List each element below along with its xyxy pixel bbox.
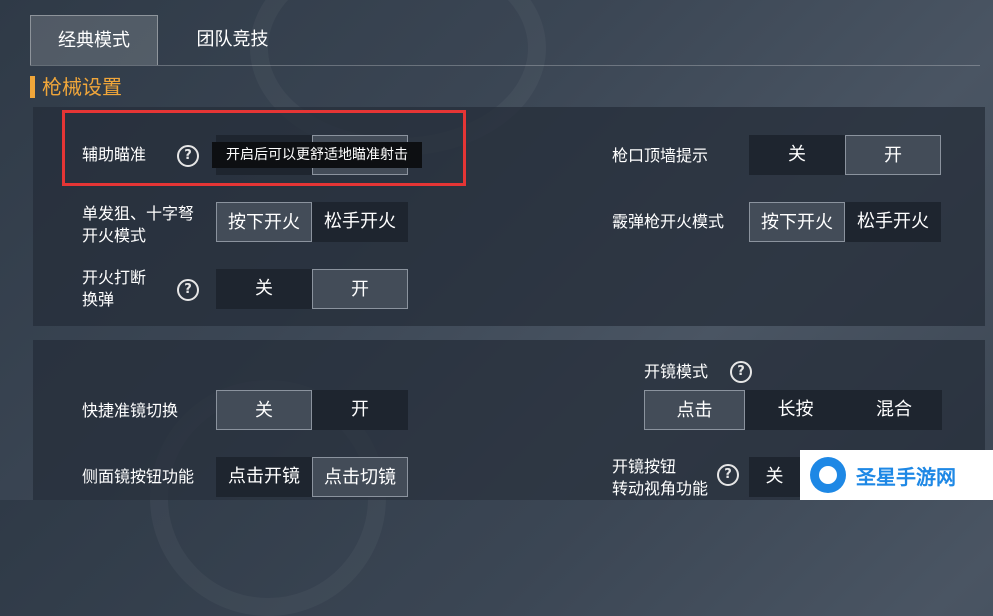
quick-scope-on-button[interactable]: 开 xyxy=(312,390,408,430)
scope-mode-tap-button[interactable]: 点击 xyxy=(644,390,745,430)
sniper-fire-mode-label-line1: 单发狙、十字弩 xyxy=(82,204,195,223)
muzzle-wall-off-button[interactable]: 关 xyxy=(749,135,845,175)
sniper-fire-mode-selector: 按下开火 松手开火 xyxy=(216,202,408,242)
scope-turn-view-label: 开镜按钮 转动视角功能 xyxy=(612,456,708,500)
side-scope-tap-open-button[interactable]: 点击开镜 xyxy=(216,457,312,497)
watermark-logo-icon xyxy=(810,457,846,493)
sniper-fire-mode-label: 单发狙、十字弩 开火模式 xyxy=(82,203,194,247)
shotgun-fire-mode-selector: 按下开火 松手开火 xyxy=(749,202,941,242)
tab-classic-mode[interactable]: 经典模式 xyxy=(30,15,158,65)
tab-team-deathmatch[interactable]: 团队竞技 xyxy=(165,15,300,65)
fire-interrupt-reload-label: 开火打断 换弹 xyxy=(82,267,146,311)
shotgun-press-fire-button[interactable]: 按下开火 xyxy=(749,202,845,242)
shotgun-fire-mode-label: 霰弹枪开火模式 xyxy=(612,212,725,231)
muzzle-wall-toggle: 关 开 xyxy=(749,135,941,175)
fire-interrupt-help-icon[interactable]: ? xyxy=(177,279,199,301)
scope-mode-label: 开镜模式 xyxy=(644,362,709,381)
sniper-release-fire-button[interactable]: 松手开火 xyxy=(312,202,408,242)
fire-interrupt-reload-label-line2: 换弹 xyxy=(82,290,115,309)
section-title: 枪械设置 xyxy=(30,72,122,102)
fire-interrupt-reload-label-line1: 开火打断 xyxy=(82,268,147,287)
scope-turn-off-button[interactable]: 关 xyxy=(749,457,800,497)
sniper-press-fire-button[interactable]: 按下开火 xyxy=(216,202,312,242)
watermark-text: 圣星手游网 xyxy=(856,464,956,489)
side-scope-tap-switch-button[interactable]: 点击切镜 xyxy=(312,457,408,497)
quick-scope-switch-toggle: 关 开 xyxy=(216,390,408,430)
scope-mode-help-icon[interactable]: ? xyxy=(730,361,752,383)
section-title-text: 枪械设置 xyxy=(42,75,122,99)
side-scope-button-selector: 点击开镜 点击切镜 xyxy=(216,457,408,497)
section-title-bar xyxy=(30,76,35,98)
scope-mode-hold-button[interactable]: 长按 xyxy=(745,390,846,430)
site-watermark: 圣星手游网 xyxy=(800,450,993,500)
scope-mode-selector: 点击 长按 混合 xyxy=(644,390,942,430)
mode-tabs: 经典模式 团队竞技 xyxy=(30,15,980,66)
scope-turn-view-label-line1: 开镜按钮 xyxy=(612,457,677,476)
quick-scope-off-button[interactable]: 关 xyxy=(216,390,312,430)
fire-interrupt-off-button[interactable]: 关 xyxy=(216,269,312,309)
scope-turn-view-toggle: 关 xyxy=(749,457,800,497)
highlight-annotation-box xyxy=(62,110,466,186)
side-scope-button-label: 侧面镜按钮功能 xyxy=(82,467,195,486)
scope-turn-view-label-line2: 转动视角功能 xyxy=(612,479,709,498)
shotgun-release-fire-button[interactable]: 松手开火 xyxy=(845,202,941,242)
fire-interrupt-toggle: 关 开 xyxy=(216,269,408,309)
sniper-fire-mode-label-line2: 开火模式 xyxy=(82,226,147,245)
muzzle-wall-label: 枪口顶墙提示 xyxy=(612,146,709,165)
muzzle-wall-on-button[interactable]: 开 xyxy=(845,135,941,175)
quick-scope-switch-label: 快捷准镜切换 xyxy=(82,401,179,420)
scope-turn-help-icon[interactable]: ? xyxy=(717,464,739,486)
scope-mode-mixed-button[interactable]: 混合 xyxy=(846,390,942,430)
fire-interrupt-on-button[interactable]: 开 xyxy=(312,269,408,309)
